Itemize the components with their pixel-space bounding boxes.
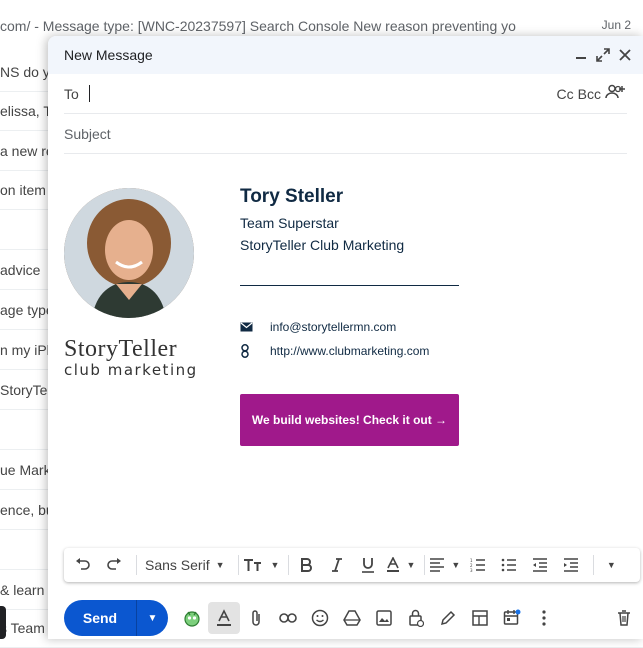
brand-logo-line2: club marketing xyxy=(64,361,198,379)
drive-icon[interactable] xyxy=(336,602,368,634)
toolbar-separator xyxy=(424,555,426,575)
to-field[interactable]: To Cc Bcc xyxy=(64,74,627,114)
to-label: To xyxy=(64,85,79,102)
bcc-button[interactable]: Bcc xyxy=(578,86,601,102)
compose-bottom-bar: Send ▼ xyxy=(64,600,640,636)
cta-button[interactable]: We build websites! Check it out → xyxy=(240,394,459,446)
subject-placeholder: Subject xyxy=(64,125,111,142)
toolbar-separator xyxy=(237,555,239,575)
underline-icon[interactable] xyxy=(355,552,381,578)
expand-icon[interactable] xyxy=(593,45,613,65)
subject-field[interactable]: Subject xyxy=(64,114,627,154)
cc-button[interactable]: Cc xyxy=(557,86,574,102)
toolbar-separator xyxy=(593,555,595,575)
grammar-extension-icon[interactable] xyxy=(176,602,208,634)
minimize-icon[interactable] xyxy=(571,45,591,65)
email-signature: StoryTeller club marketing Tory Steller … xyxy=(64,184,484,484)
redo-icon[interactable] xyxy=(101,552,127,578)
recipient-options: Cc Bcc xyxy=(557,84,627,103)
compose-header[interactable]: New Message xyxy=(48,36,643,74)
profile-photo xyxy=(64,188,194,318)
compose-title: New Message xyxy=(64,47,153,63)
compose-window: New Message To Cc Bcc Subject StoryTelle… xyxy=(48,36,643,639)
insert-photo-icon[interactable] xyxy=(368,602,400,634)
font-select[interactable]: Sans Serif ▼ xyxy=(141,552,229,578)
schedule-calendar-icon[interactable] xyxy=(496,602,528,634)
more-formatting-icon[interactable]: ▼ xyxy=(598,552,624,578)
insert-link-icon[interactable] xyxy=(272,602,304,634)
signature-email-link[interactable]: info@storytellermn.com xyxy=(270,320,396,334)
chevron-down-icon: ▼ xyxy=(270,560,280,570)
formatting-options-icon[interactable] xyxy=(208,602,240,634)
brand-logo: StoryTeller club marketing xyxy=(64,336,214,379)
inbox-row-top[interactable]: com/ - Message type: [WNC-20237597] Sear… xyxy=(0,18,643,34)
signature-website: http://www.clubmarketing.com xyxy=(240,344,429,358)
toolbar-separator xyxy=(288,555,290,575)
align-icon[interactable]: ▼ xyxy=(429,552,460,578)
chevron-down-icon: ▼ xyxy=(606,560,616,570)
signature-pen-icon[interactable] xyxy=(432,602,464,634)
italic-icon[interactable] xyxy=(324,552,350,578)
indent-less-icon[interactable] xyxy=(527,552,553,578)
add-contact-icon[interactable] xyxy=(605,84,627,103)
send-button[interactable]: Send xyxy=(64,600,136,636)
inbox-row-text: com/ - Message type: [WNC-20237597] Sear… xyxy=(0,18,516,34)
chevron-down-icon: ▼ xyxy=(451,560,461,570)
close-icon[interactable] xyxy=(615,45,635,65)
undo-icon[interactable] xyxy=(70,552,96,578)
formatting-toolbar: Sans Serif ▼ ▼ ▼ ▼ 123 ▼ xyxy=(64,548,640,582)
side-panel-handle[interactable] xyxy=(0,606,6,639)
signature-name: Tory Steller xyxy=(240,186,344,207)
signature-role: Team Superstar xyxy=(240,215,339,231)
discard-draft-icon[interactable] xyxy=(608,602,640,634)
send-options-button[interactable]: ▼ xyxy=(136,600,168,636)
svg-text:3: 3 xyxy=(470,568,473,572)
font-select-value: Sans Serif xyxy=(145,557,210,573)
font-size-button[interactable]: ▼ xyxy=(243,552,280,578)
text-color-icon[interactable]: ▼ xyxy=(386,552,415,578)
template-icon[interactable] xyxy=(464,602,496,634)
link-icon xyxy=(240,344,270,358)
chevron-down-icon: ▼ xyxy=(406,560,416,570)
attach-icon[interactable] xyxy=(240,602,272,634)
bold-icon[interactable] xyxy=(293,552,319,578)
inbox-row-date: Jun 2 xyxy=(601,18,631,32)
numbered-list-icon[interactable]: 123 xyxy=(465,552,491,578)
signature-org: StoryTeller Club Marketing xyxy=(240,237,405,253)
signature-email: info@storytellermn.com xyxy=(240,320,396,334)
send-button-group: Send ▼ xyxy=(64,600,168,636)
emoji-icon[interactable] xyxy=(304,602,336,634)
chevron-down-icon: ▼ xyxy=(215,560,225,570)
indent-more-icon[interactable] xyxy=(558,552,584,578)
confidential-lock-icon[interactable] xyxy=(400,602,432,634)
brand-logo-line1: StoryTeller xyxy=(64,336,178,362)
signature-website-link[interactable]: http://www.clubmarketing.com xyxy=(270,344,429,358)
text-cursor xyxy=(88,85,90,102)
toolbar-separator xyxy=(136,555,137,575)
bulleted-list-icon[interactable] xyxy=(496,552,522,578)
mail-icon xyxy=(240,322,270,332)
more-options-icon[interactable] xyxy=(528,602,560,634)
signature-divider xyxy=(240,285,459,286)
